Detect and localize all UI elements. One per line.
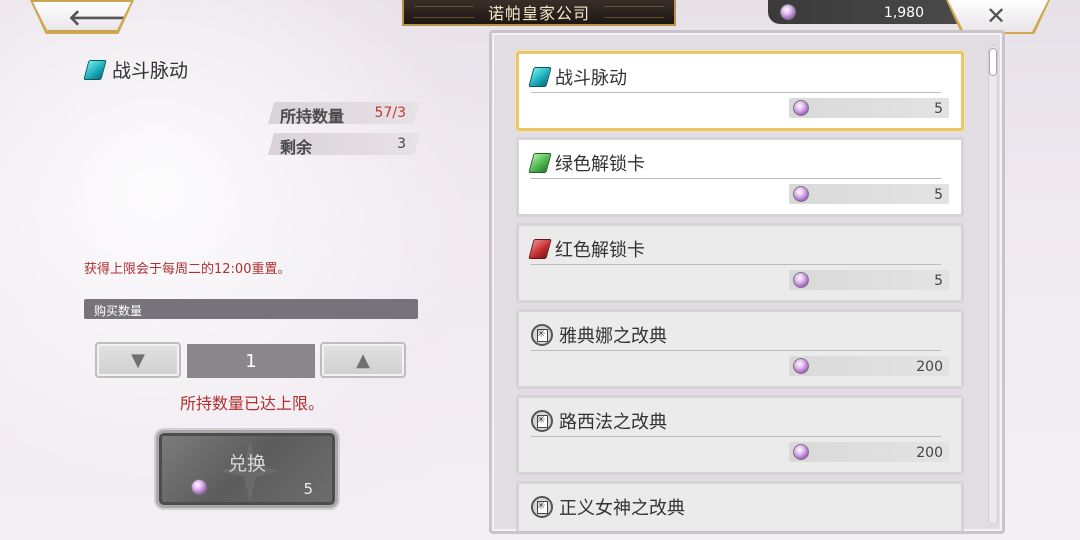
gem-icon — [793, 100, 809, 116]
gem-icon — [780, 4, 796, 20]
exchange-cost: 5 — [303, 480, 313, 498]
decrease-quantity-button[interactable]: ▼ — [95, 342, 181, 378]
triangle-up-icon: ▲ — [356, 349, 370, 371]
owned-count-label: 所持数量 — [280, 107, 345, 126]
divider — [531, 264, 941, 265]
price-amount: 5 — [934, 187, 943, 203]
divider — [531, 92, 941, 93]
scrollbar[interactable] — [988, 45, 998, 525]
selected-item-title: 战斗脉动 — [83, 56, 189, 83]
scrollbar-thumb[interactable] — [989, 48, 997, 76]
quantity-header-label: 购买数量 — [94, 304, 143, 318]
remaining-row: 剩余 3 — [268, 133, 420, 155]
gem-icon — [191, 479, 207, 495]
price-amount: 5 — [934, 101, 943, 117]
divider — [531, 436, 941, 437]
book-icon — [531, 410, 553, 432]
title-ornament-left — [414, 6, 474, 18]
shop-item-price: 200 — [789, 356, 949, 376]
shop-item[interactable]: 正义女神之改典 — [516, 481, 964, 531]
shop-item[interactable]: 红色解锁卡 5 — [516, 223, 964, 303]
shop-item-name: 雅典娜之改典 — [559, 326, 667, 347]
shop-item-price: 5 — [789, 98, 949, 118]
shop-list-panel: 战斗脉动 5 绿色解锁卡 5 红色解锁卡 5 ✳ 雅典娜之改典 200 ✳ 路西… — [489, 30, 1005, 534]
shop-item-price: 5 — [789, 184, 949, 204]
remaining-label: 剩余 — [280, 138, 313, 157]
triangle-down-icon: ▼ — [131, 349, 145, 371]
gem-icon — [793, 358, 809, 374]
shop-item-name: 路西法之改典 — [559, 412, 667, 433]
quantity-value: 1 — [187, 344, 315, 378]
divider — [531, 178, 941, 179]
shop-title-plate: 诺帕皇家公司 — [402, 0, 676, 26]
quantity-header: 购买数量 — [84, 299, 418, 319]
shop-item[interactable]: 绿色解锁卡 5 — [516, 137, 964, 217]
title-ornament-right — [604, 6, 664, 18]
selected-item-name: 战斗脉动 — [112, 60, 189, 82]
reset-note: 获得上限会于每周二的12:00重置。 — [84, 262, 291, 277]
gem-icon — [793, 444, 809, 460]
shop-item-price: 200 — [789, 442, 949, 462]
gem-icon — [793, 186, 809, 202]
cyan-card-icon — [83, 59, 107, 80]
remaining-value: 3 — [397, 136, 406, 152]
shop-item[interactable]: 战斗脉动 5 — [516, 51, 964, 131]
page-title: 诺帕皇家公司 — [487, 4, 590, 23]
green-card-icon — [528, 153, 552, 173]
top-bar: 🡐 诺帕皇家公司 1,980 ✕ — [0, 0, 1080, 34]
shop-item-name: 绿色解锁卡 — [555, 154, 645, 175]
currency-display: 1,980 — [768, 0, 968, 24]
shop-item-name: 战斗脉动 — [555, 68, 627, 89]
back-button[interactable]: 🡐 — [32, 0, 132, 32]
price-amount: 200 — [916, 445, 943, 461]
limit-reached-note: 所持数量已达上限。 — [180, 394, 325, 413]
exchange-label: 兑换 — [227, 453, 266, 475]
shop-list: 战斗脉动 5 绿色解锁卡 5 红色解锁卡 5 ✳ 雅典娜之改典 200 ✳ 路西… — [516, 51, 964, 531]
close-button[interactable]: ✕ — [948, 0, 1048, 32]
book-icon — [531, 324, 553, 346]
owned-count-value: 57/3 — [374, 105, 406, 121]
increase-quantity-button[interactable]: ▲ — [320, 342, 406, 378]
exchange-button[interactable]: 兑换 5 — [156, 430, 338, 508]
shop-item[interactable]: 路西法之改典 200 — [516, 395, 964, 475]
owned-count-row: 所持数量 57/3 — [268, 102, 420, 124]
shop-item-name: 正义女神之改典 — [559, 498, 685, 519]
price-amount: 5 — [934, 273, 943, 289]
shop-item-name: 红色解锁卡 — [555, 240, 645, 261]
currency-amount: 1,980 — [883, 5, 924, 21]
red-card-icon — [528, 239, 552, 259]
shop-item-price: 5 — [789, 270, 949, 290]
close-icon: ✕ — [986, 2, 1007, 30]
divider — [531, 350, 941, 351]
gem-icon — [793, 272, 809, 288]
price-amount: 200 — [916, 359, 943, 375]
shop-item[interactable]: 雅典娜之改典 200 — [516, 309, 964, 389]
cyan-card-icon — [528, 67, 552, 87]
book-icon — [531, 496, 553, 518]
back-arrow-icon: 🡐 — [68, 6, 127, 31]
